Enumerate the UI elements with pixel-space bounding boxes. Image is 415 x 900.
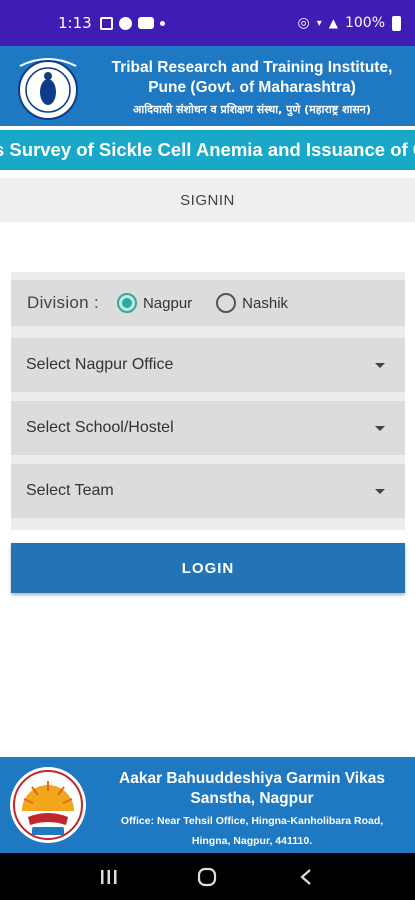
radio-unselected-icon[interactable] (216, 293, 237, 313)
office-select[interactable]: Select Nagpur Office (11, 338, 405, 392)
recent-apps-icon[interactable] (89, 862, 129, 892)
more-notifications-icon (159, 20, 165, 26)
school-select-value: Select School/Hostel (26, 419, 174, 436)
gallery-notification-icon (99, 16, 113, 30)
office-select-value: Select Nagpur Office (26, 356, 174, 373)
login-form: Division : Nagpur Nashik Select Nagpur O… (11, 272, 405, 530)
signal-icon: ▲ (328, 16, 338, 30)
wifi-icon: ▾ (316, 17, 322, 29)
announcement-marquee: s Survey of Sickle Cell Anemia and Issua… (0, 130, 415, 170)
header-title-line1: Tribal Research and Training Institute, (111, 59, 393, 76)
signin-heading: SIGNIN (0, 178, 415, 222)
division-label: Division : (27, 293, 99, 312)
division-row: Division : Nagpur Nashik (11, 280, 405, 326)
status-time: 1:13 (58, 14, 92, 32)
header-title-line2: Pune (Govt. of Maharashtra) (148, 79, 356, 96)
division-radio-nagpur[interactable]: Nagpur (116, 293, 193, 313)
app-header: Tribal Research and Training Institute, … (0, 46, 415, 126)
status-bar: 1:13 ◎ ▾ ▲ 100% (0, 0, 415, 46)
hotspot-icon: ◎ (297, 15, 310, 31)
home-icon[interactable] (187, 862, 227, 892)
dropdown-caret-icon (375, 425, 385, 431)
header-subtitle: आदिवासी संशोधन व प्रशिक्षण संस्था, पुणे … (133, 103, 371, 116)
battery-icon (392, 15, 401, 31)
aakar-logo (10, 767, 86, 843)
trti-logo (18, 58, 78, 120)
footer-address-line1: Office: Near Tehsil Office, Hingna-Kanho… (120, 815, 384, 827)
footer-title-line1: Aakar Bahuuddeshiya Garmin Vikas (119, 770, 385, 787)
back-icon[interactable] (286, 862, 326, 892)
dropdown-caret-icon (375, 362, 385, 368)
footer-title-line2: Sanstha, Nagpur (190, 790, 314, 807)
play-notification-icon (118, 16, 132, 30)
radio-selected-icon[interactable] (116, 293, 137, 313)
youtube-notification-icon (137, 17, 154, 29)
signin-label: SIGNIN (180, 191, 235, 209)
organization-footer: Aakar Bahuuddeshiya Garmin Vikas Sanstha… (0, 757, 415, 853)
radio-label-nagpur: Nagpur (142, 294, 193, 312)
division-radio-nashik[interactable]: Nashik (216, 293, 288, 313)
login-button[interactable]: LOGIN (11, 543, 405, 593)
system-navigation-bar (0, 853, 415, 900)
radio-label-nashik: Nashik (242, 294, 289, 312)
dropdown-caret-icon (375, 488, 385, 494)
team-select-value: Select Team (26, 482, 114, 499)
school-select[interactable]: Select School/Hostel (11, 401, 405, 455)
team-select[interactable]: Select Team (11, 464, 405, 518)
marquee-text: s Survey of Sickle Cell Anemia and Issua… (0, 139, 415, 160)
battery-text: 100% (344, 15, 385, 31)
footer-address-line2: Hingna, Nagpur, 441110. (191, 835, 313, 847)
